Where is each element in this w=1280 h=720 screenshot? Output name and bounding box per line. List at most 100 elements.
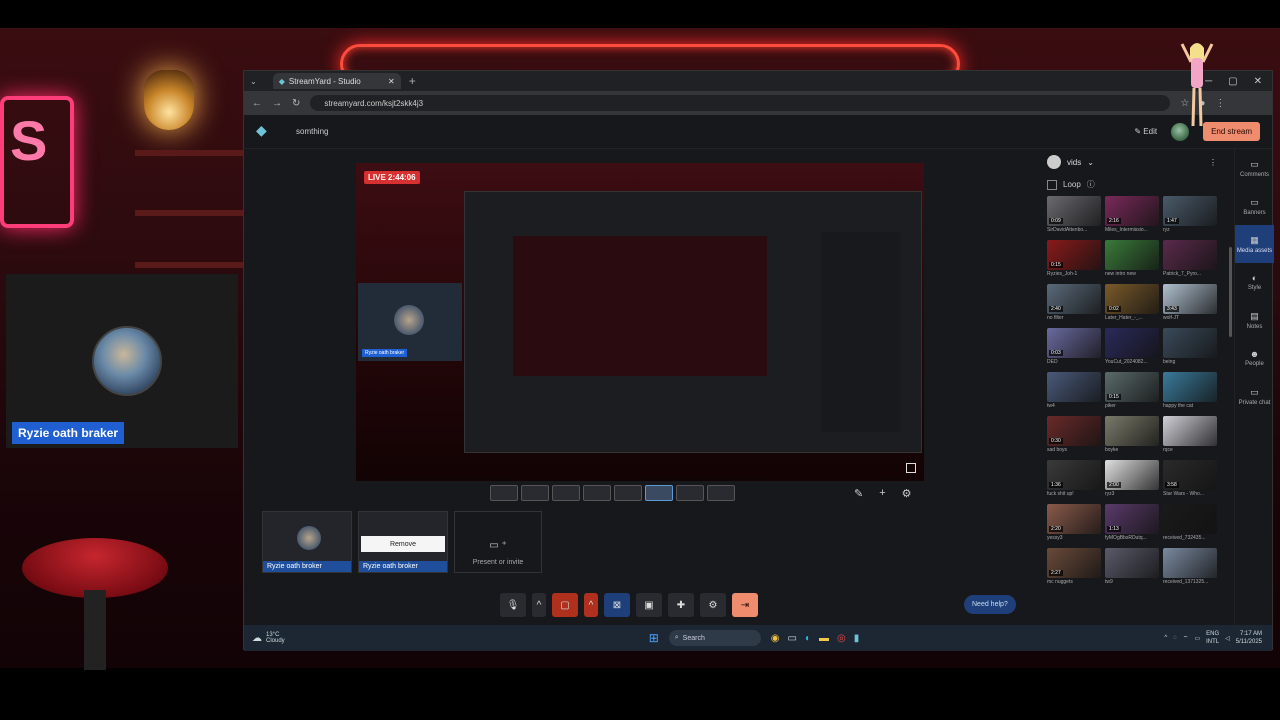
camera-options-chevron-icon[interactable]: ^	[584, 593, 598, 617]
wifi-icon[interactable]: ⌔	[1183, 634, 1189, 642]
media-thumbnail[interactable]: received_732435...	[1163, 504, 1217, 544]
media-thumbnail[interactable]: 0:15 Ryzies_Joh-1	[1047, 240, 1101, 280]
rail-item-media-assets[interactable]: ▦ Media assets	[1235, 225, 1274, 263]
language-indicator[interactable]: ENG INTL	[1206, 630, 1219, 646]
share-screen-button[interactable]: ▣	[636, 593, 662, 617]
rail-item-notes[interactable]: ▤ Notes	[1235, 301, 1274, 339]
fullscreen-icon[interactable]	[906, 463, 916, 473]
edit-button[interactable]: ✎ Edit	[1134, 127, 1157, 136]
network-icon[interactable]: ◌	[1173, 635, 1177, 641]
media-thumbnail[interactable]: new intro new	[1105, 240, 1159, 280]
loop-toggle[interactable]: Loop ⓘ	[1037, 175, 1227, 194]
url-field[interactable]: streamyard.com/ksjt2skk4j3	[310, 95, 1171, 111]
rail-item-banners[interactable]: ▭ Banners	[1235, 187, 1274, 225]
streamyard-logo-icon[interactable]: ◆	[256, 122, 276, 142]
pencil-icon[interactable]: ✎	[854, 487, 863, 500]
media-thumbnail[interactable]: 0:30 sad boys	[1047, 416, 1101, 456]
media-thumbnail[interactable]: YouCut_2024082...	[1105, 328, 1159, 368]
layout-screen-pip[interactable]	[645, 485, 673, 501]
media-thumbnail[interactable]: tw9	[1105, 548, 1159, 588]
app-icon[interactable]: ▮	[854, 633, 860, 644]
backstage-tile-screen[interactable]: Remove Ryzie oath broker	[358, 511, 448, 573]
scrollbar[interactable]	[1229, 247, 1232, 337]
media-thumbnail[interactable]: 2:20 yessy3	[1047, 504, 1101, 544]
backstage-tile-label: Ryzie oath broker	[263, 561, 351, 572]
backstage-tile-camera[interactable]: Ryzie oath broker	[262, 511, 352, 573]
media-thumbnail[interactable]: 2:27 mc nuggets	[1047, 548, 1101, 588]
media-thumbnail[interactable]: rqce	[1163, 416, 1217, 456]
windows-start-icon[interactable]: ⊞	[649, 631, 659, 645]
tab-menu-icon[interactable]: ⌄	[250, 77, 257, 86]
volume-icon[interactable]: ◁	[1225, 635, 1230, 642]
chrome-icon[interactable]: ◎	[837, 633, 846, 644]
media-thumbnail[interactable]: 2:40 no filter	[1047, 284, 1101, 324]
rail-item-private-chat[interactable]: ▭ Private chat	[1235, 377, 1274, 415]
leave-studio-button[interactable]: ⇥	[732, 593, 758, 617]
layout-spotlight[interactable]	[552, 485, 580, 501]
present-or-invite-button[interactable]: ▭ ⁺ Present or invite	[454, 511, 542, 573]
media-thumbnail[interactable]: received_1371325...	[1163, 548, 1217, 588]
media-thumbnail[interactable]: 0:09 SirDavidAttenbo...	[1047, 196, 1101, 236]
layout-solo[interactable]	[490, 485, 518, 501]
media-thumbnail[interactable]: 0:15 piker	[1105, 372, 1159, 412]
reload-icon[interactable]: ↻	[292, 98, 300, 109]
task-view-icon[interactable]: ▭	[787, 633, 796, 644]
media-thumbnail[interactable]: 1:36 fuck shit up!	[1047, 460, 1101, 500]
add-icon[interactable]: +	[879, 487, 885, 500]
mic-options-chevron-icon[interactable]: ^	[532, 593, 546, 617]
close-icon[interactable]: ✕	[388, 77, 395, 86]
stop-share-button[interactable]: ⊠	[604, 593, 630, 617]
back-icon[interactable]: ←	[252, 98, 262, 109]
rail-item-people[interactable]: ☻ People	[1235, 339, 1274, 377]
media-thumbnail[interactable]: 3:58 Star Wars - Who...	[1163, 460, 1217, 500]
microphone-button[interactable]: 🎙	[500, 593, 526, 617]
layout-split[interactable]	[614, 485, 642, 501]
media-thumbnail[interactable]: happy the cat	[1163, 372, 1217, 412]
edge-icon[interactable]: ◐	[805, 633, 811, 644]
media-thumbnail[interactable]: 0:03 DED	[1047, 328, 1101, 368]
invite-button[interactable]: ✚	[668, 593, 694, 617]
media-title: being	[1163, 359, 1176, 365]
media-thumbnail[interactable]: boyke	[1105, 416, 1159, 456]
media-thumbnail[interactable]: 0:02 Later_Hater_-_...	[1105, 284, 1159, 324]
layout-group[interactable]	[521, 485, 549, 501]
rail-item-style[interactable]: ◐ Style	[1235, 263, 1274, 301]
chevron-down-icon[interactable]: ⌄	[1087, 158, 1094, 167]
layout-screen-only[interactable]	[707, 485, 735, 501]
close-window-icon[interactable]: ✕	[1254, 76, 1262, 87]
media-thumbnail[interactable]: Patrick_7_Pyro...	[1163, 240, 1217, 280]
remove-button[interactable]: Remove	[361, 536, 445, 552]
layout-news[interactable]	[583, 485, 611, 501]
settings-gear-icon[interactable]: ⚙	[902, 487, 912, 500]
loop-checkbox[interactable]	[1047, 179, 1057, 190]
info-icon[interactable]: ⓘ	[1087, 179, 1095, 190]
more-icon[interactable]: ⋮	[1209, 158, 1217, 167]
media-thumbnail[interactable]: being	[1163, 328, 1217, 368]
clock[interactable]: 7:17 AM 5/11/2025	[1236, 630, 1262, 646]
camera-off-button[interactable]: ▢	[552, 593, 578, 617]
media-thumbnail[interactable]: 3:43 wolf-JT	[1163, 284, 1217, 324]
need-help-button[interactable]: Need help?	[964, 595, 1016, 614]
tab-streamyard[interactable]: ◆ StreamYard - Studio ✕	[272, 73, 401, 89]
media-thumbnail[interactable]: 1:47 ryz	[1163, 196, 1217, 236]
forward-icon[interactable]: →	[272, 98, 282, 109]
settings-button[interactable]: ⚙	[700, 593, 726, 617]
media-thumbnail[interactable]: 1:13 fyMOgBbsRDutq...	[1105, 504, 1159, 544]
weather-widget[interactable]: ☁ 13°C Cloudy	[252, 632, 285, 644]
battery-icon[interactable]: ▭	[1194, 635, 1200, 642]
studio-main: LIVE 2:44:06 Ryzie oath braker ✎ + ⚙ Ryz…	[244, 149, 1034, 627]
media-thumbnail[interactable]: 2:00 ryz3	[1105, 460, 1159, 500]
media-thumbnail[interactable]: tw4	[1047, 372, 1101, 412]
taskbar-search[interactable]: ⌕ Search	[668, 630, 761, 646]
tray-chevron-icon[interactable]: ^	[1164, 635, 1167, 641]
playlist-title[interactable]: vids	[1067, 158, 1081, 167]
media-thumbnail[interactable]: 2:16 Miles_Intermissio...	[1105, 196, 1159, 236]
maximize-icon[interactable]: ▢	[1228, 76, 1237, 87]
media-title: Ryzies_Joh-1	[1047, 271, 1078, 277]
copilot-icon[interactable]: ◉	[771, 633, 780, 644]
new-tab-icon[interactable]: +	[409, 74, 416, 88]
browser-menu-icon[interactable]: ⋮	[1215, 98, 1225, 109]
layout-screen-side[interactable]	[676, 485, 704, 501]
rail-item-comments[interactable]: ▭ Comments	[1235, 149, 1274, 187]
file-explorer-icon[interactable]: ▬	[819, 633, 829, 644]
